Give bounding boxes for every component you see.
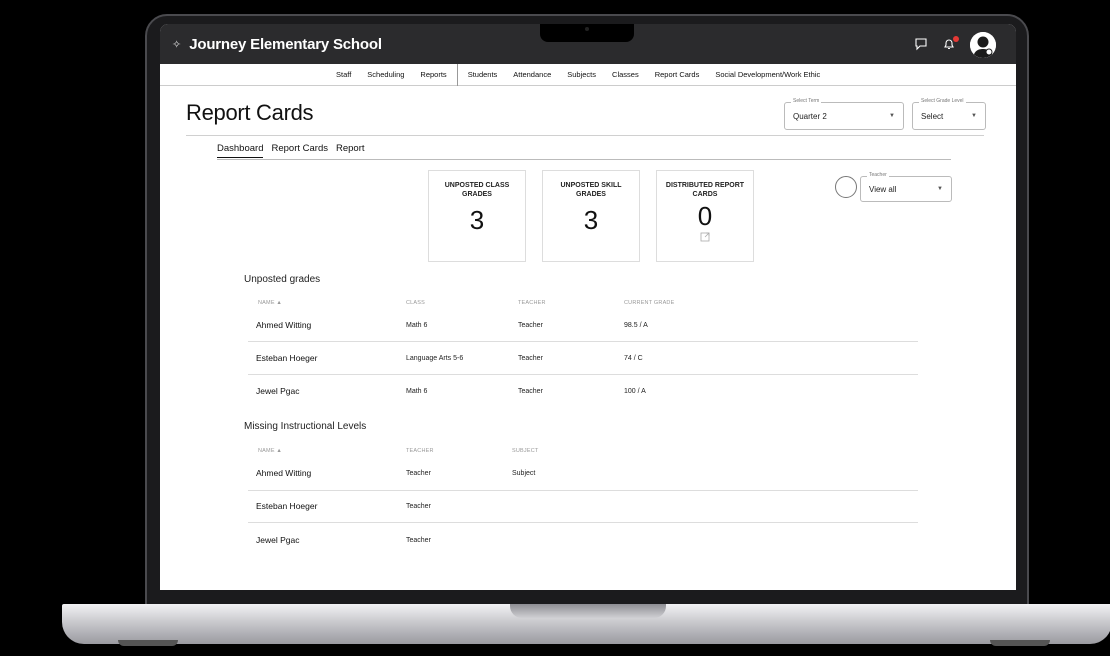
chevron-down-icon: ▼ bbox=[971, 113, 977, 119]
title-divider bbox=[186, 135, 984, 136]
tabs-divider bbox=[217, 159, 951, 160]
table-row-class: Math 6 bbox=[406, 322, 428, 329]
table-row-class: Language Arts 5-6 bbox=[406, 355, 464, 362]
chevron-down-icon: ▼ bbox=[889, 113, 895, 119]
nav-item-social-development[interactable]: Social Development/Work Ethic bbox=[707, 70, 828, 79]
card-value: 0 bbox=[697, 201, 713, 231]
teacher-avatar-placeholder bbox=[835, 176, 857, 198]
missing-levels-title: Missing Instructional Levels bbox=[244, 421, 367, 432]
column-header-subject[interactable]: SUBJECT bbox=[512, 448, 538, 454]
grade-level-select-legend: Select Grade Level bbox=[919, 98, 966, 104]
column-header-current-grade[interactable]: CURRENT GRADE bbox=[624, 300, 674, 306]
nav-item-scheduling[interactable]: Scheduling bbox=[359, 70, 412, 79]
column-header-teacher[interactable]: TEACHER bbox=[518, 300, 546, 306]
tab-report[interactable]: Report bbox=[336, 143, 365, 158]
page-title: Report Cards bbox=[186, 100, 314, 125]
table-row-grade: 98.5 / A bbox=[624, 322, 648, 329]
table-row-teacher: Teacher bbox=[406, 537, 431, 544]
laptop-foot bbox=[990, 640, 1050, 646]
row-divider bbox=[248, 341, 918, 342]
avatar[interactable] bbox=[970, 32, 996, 58]
teacher-filter-select[interactable]: Teacher View all ▼ bbox=[860, 172, 952, 202]
laptop-hinge-notch bbox=[510, 604, 666, 618]
card-label: UNPOSTED CLASS GRADES bbox=[444, 182, 510, 198]
row-divider bbox=[248, 522, 918, 523]
term-select-value: Quarter 2 bbox=[793, 111, 827, 121]
distributed-report-cards-card[interactable]: DISTRIBUTED REPORT CARDS 0 bbox=[656, 170, 754, 262]
card-value: 3 bbox=[469, 205, 485, 235]
term-select[interactable]: Select Term Quarter 2 ▼ bbox=[784, 98, 904, 130]
tab-bar: Dashboard Report Cards Report bbox=[217, 143, 365, 158]
table-row-name[interactable]: Ahmed Witting bbox=[256, 320, 311, 330]
table-row-name[interactable]: Ahmed Witting bbox=[256, 468, 311, 478]
nav-item-report-cards[interactable]: Report Cards bbox=[647, 70, 708, 79]
nav-item-reports[interactable]: Reports bbox=[412, 70, 454, 79]
table-row-name[interactable]: Esteban Hoeger bbox=[256, 501, 317, 511]
column-header-teacher[interactable]: TEACHER bbox=[406, 448, 434, 454]
card-label: DISTRIBUTED REPORT CARDS bbox=[665, 182, 745, 198]
unposted-grades-title: Unposted grades bbox=[244, 274, 321, 285]
table-row-teacher: Teacher bbox=[406, 470, 431, 477]
table-row-subject: Subject bbox=[512, 470, 536, 477]
table-row-name[interactable]: Jewel Pgac bbox=[256, 386, 299, 396]
tab-dashboard[interactable]: Dashboard bbox=[217, 143, 264, 158]
row-divider bbox=[248, 374, 918, 375]
laptop-foot bbox=[118, 640, 178, 646]
table-row-class: Math 6 bbox=[406, 388, 428, 395]
main-nav: Staff Scheduling Reports Students Attend… bbox=[160, 63, 1016, 86]
unposted-class-grades-card[interactable]: UNPOSTED CLASS GRADES 3 bbox=[428, 170, 526, 262]
row-divider bbox=[248, 490, 918, 491]
column-header-class[interactable]: CLASS bbox=[406, 300, 425, 306]
column-header-name[interactable]: NAME ▲ bbox=[258, 448, 282, 454]
table-row-teacher: Teacher bbox=[518, 355, 543, 362]
chevron-down-icon: ▼ bbox=[937, 186, 943, 192]
table-row-teacher: Teacher bbox=[518, 322, 543, 329]
teacher-filter-legend: Teacher bbox=[867, 172, 889, 178]
grade-level-select[interactable]: Select Grade Level Select ▼ bbox=[912, 98, 986, 130]
external-link-icon[interactable] bbox=[657, 232, 753, 244]
table-row-grade: 74 / C bbox=[624, 355, 643, 362]
school-logo-icon: ✧ bbox=[172, 38, 182, 51]
unposted-skill-grades-card[interactable]: UNPOSTED SKILL GRADES 3 bbox=[542, 170, 640, 262]
column-header-name[interactable]: NAME ▲ bbox=[258, 300, 282, 306]
camera-icon bbox=[585, 27, 589, 31]
table-row-name[interactable]: Esteban Hoeger bbox=[256, 353, 317, 363]
nav-divider bbox=[456, 63, 458, 86]
screen: ✧ Journey Elementary School Staff Schedu… bbox=[160, 24, 1016, 590]
grade-level-select-value: Select bbox=[921, 111, 944, 121]
nav-item-subjects[interactable]: Subjects bbox=[559, 70, 604, 79]
term-select-legend: Select Term bbox=[791, 98, 822, 104]
chat-icon[interactable] bbox=[914, 37, 930, 53]
teacher-filter-value: View all bbox=[869, 184, 897, 194]
school-name[interactable]: Journey Elementary School bbox=[189, 36, 382, 53]
nav-item-classes[interactable]: Classes bbox=[604, 70, 647, 79]
table-row-teacher: Teacher bbox=[518, 388, 543, 395]
nav-item-staff[interactable]: Staff bbox=[328, 70, 359, 79]
nav-item-students[interactable]: Students bbox=[460, 70, 506, 79]
card-label: UNPOSTED SKILL GRADES bbox=[560, 182, 622, 198]
nav-item-attendance[interactable]: Attendance bbox=[505, 70, 559, 79]
notification-dot bbox=[953, 36, 959, 42]
bell-icon[interactable] bbox=[942, 36, 959, 53]
table-row-name[interactable]: Jewel Pgac bbox=[256, 535, 299, 545]
table-row-teacher: Teacher bbox=[406, 503, 431, 510]
card-value: 3 bbox=[583, 205, 599, 235]
table-row-grade: 100 / A bbox=[624, 388, 646, 395]
tab-report-cards[interactable]: Report Cards bbox=[271, 143, 328, 158]
